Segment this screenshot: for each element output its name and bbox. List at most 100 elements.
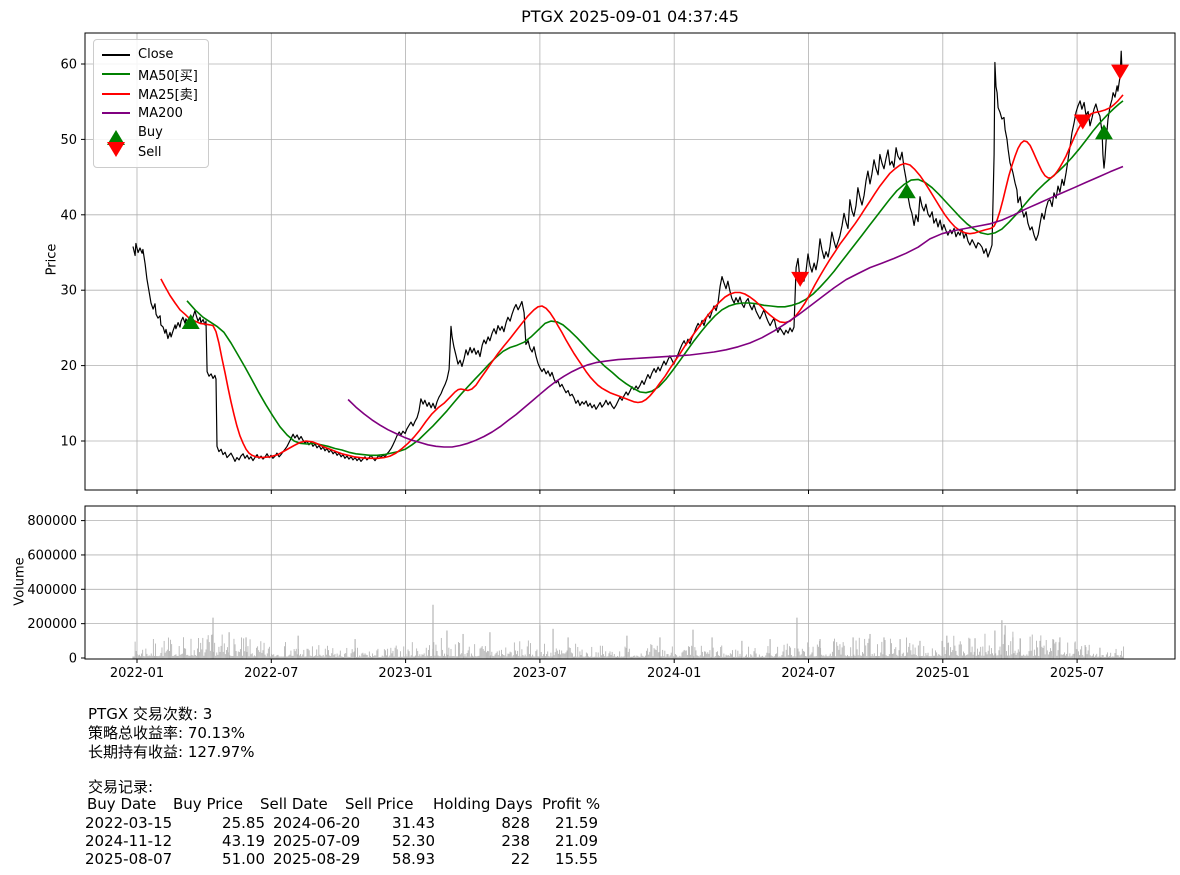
volume-bar xyxy=(581,655,582,659)
volume-bar xyxy=(843,642,844,658)
volume-bar xyxy=(921,656,922,659)
volume-bar xyxy=(285,642,286,658)
volume-bar xyxy=(279,656,280,658)
volume-bar xyxy=(591,647,592,659)
volume-bar xyxy=(1032,635,1033,659)
volume-bar xyxy=(1121,651,1122,659)
ma25-line xyxy=(161,95,1123,458)
volume-bar xyxy=(616,657,617,659)
volume-bar-spike xyxy=(819,639,820,658)
volume-bar xyxy=(792,657,793,659)
cell-buy-date: 2024-11-12 xyxy=(85,832,180,850)
volume-bar xyxy=(727,656,728,659)
volume-bar xyxy=(529,654,530,658)
volume-bar xyxy=(822,656,823,659)
volume-bar xyxy=(1058,650,1059,658)
volume-bars xyxy=(133,605,1125,659)
volume-bar xyxy=(678,657,679,659)
volume-bar xyxy=(964,653,965,658)
volume-bar xyxy=(191,639,192,659)
volume-bar xyxy=(610,651,611,658)
volume-bar xyxy=(766,653,767,659)
volume-bar xyxy=(318,645,319,658)
volume-bar xyxy=(393,651,394,659)
volume-bar xyxy=(495,654,496,658)
volume-bar xyxy=(1068,656,1069,658)
volume-bar xyxy=(428,650,429,659)
volume-bar xyxy=(523,655,524,658)
volume-bar xyxy=(836,642,837,658)
volume-bar xyxy=(1096,654,1097,659)
volume-bar xyxy=(664,651,665,659)
volume-bar xyxy=(662,650,663,659)
volume-bar xyxy=(408,649,409,658)
volume-bar xyxy=(1036,641,1037,659)
y-tick-label: 50 xyxy=(60,133,77,148)
volume-bar xyxy=(377,649,378,659)
volume-bar xyxy=(406,656,407,658)
volume-bar xyxy=(618,657,619,659)
volume-bar xyxy=(780,657,781,659)
volume-bar xyxy=(746,654,747,658)
volume-bar xyxy=(570,648,571,658)
volume-bar xyxy=(418,656,419,658)
volume-bar xyxy=(316,649,317,658)
volume-bar xyxy=(685,651,686,659)
volume-bar xyxy=(827,656,828,658)
volume-bar xyxy=(403,646,404,658)
volume-bar xyxy=(1104,657,1105,659)
volume-bar xyxy=(521,649,522,658)
volume-bar-spike xyxy=(626,636,627,659)
volume-bar xyxy=(265,655,266,659)
volume-bar xyxy=(1079,655,1080,658)
volume-bar xyxy=(547,651,548,658)
volume-bar xyxy=(480,649,481,659)
volume-bar xyxy=(758,657,759,659)
volume-bar xyxy=(498,655,499,658)
volume-bar xyxy=(311,656,312,658)
volume-bar xyxy=(807,642,808,658)
volume-bar xyxy=(317,656,318,659)
volume-bar xyxy=(266,656,267,658)
volume-bar xyxy=(401,657,402,659)
y-tick-label: 0 xyxy=(69,652,77,667)
volume-bar xyxy=(732,650,733,658)
volume-bar xyxy=(537,650,538,659)
volume-bar xyxy=(270,656,271,658)
volume-bar xyxy=(737,651,738,659)
volume-bar xyxy=(730,653,731,658)
volume-bar-spike xyxy=(994,631,995,659)
volume-bar xyxy=(257,646,258,658)
volume-bar xyxy=(749,657,750,659)
volume-bar xyxy=(592,657,593,659)
volume-bar xyxy=(530,643,531,658)
volume-bar xyxy=(572,653,573,658)
volume-bar xyxy=(194,650,195,658)
volume-bar xyxy=(1109,656,1110,658)
volume-bar xyxy=(1054,643,1055,658)
volume-bar xyxy=(1034,650,1035,659)
legend-label: MA25[卖] xyxy=(138,84,198,103)
volume-bar xyxy=(961,644,962,658)
volume-bar xyxy=(813,647,814,659)
volume-bar xyxy=(982,647,983,659)
volume-bar xyxy=(499,651,500,659)
volume-bar xyxy=(267,653,268,658)
volume-bar xyxy=(172,656,173,659)
volume-bar xyxy=(567,650,568,658)
volume-bar xyxy=(169,651,170,659)
volume-bar xyxy=(663,656,664,658)
volume-bar xyxy=(456,656,457,658)
volume-bar xyxy=(809,656,810,659)
volume-bar xyxy=(904,656,905,658)
volume-bar xyxy=(629,649,630,659)
legend-label: MA200 xyxy=(138,106,183,121)
volume-bar xyxy=(206,649,207,658)
volume-bar xyxy=(775,654,776,658)
volume-bar xyxy=(765,655,766,658)
volume-bar xyxy=(181,654,182,658)
volume-bar xyxy=(520,656,521,658)
volume-bar xyxy=(235,644,236,658)
volume-bar xyxy=(1025,656,1026,659)
volume-bar xyxy=(211,635,212,659)
